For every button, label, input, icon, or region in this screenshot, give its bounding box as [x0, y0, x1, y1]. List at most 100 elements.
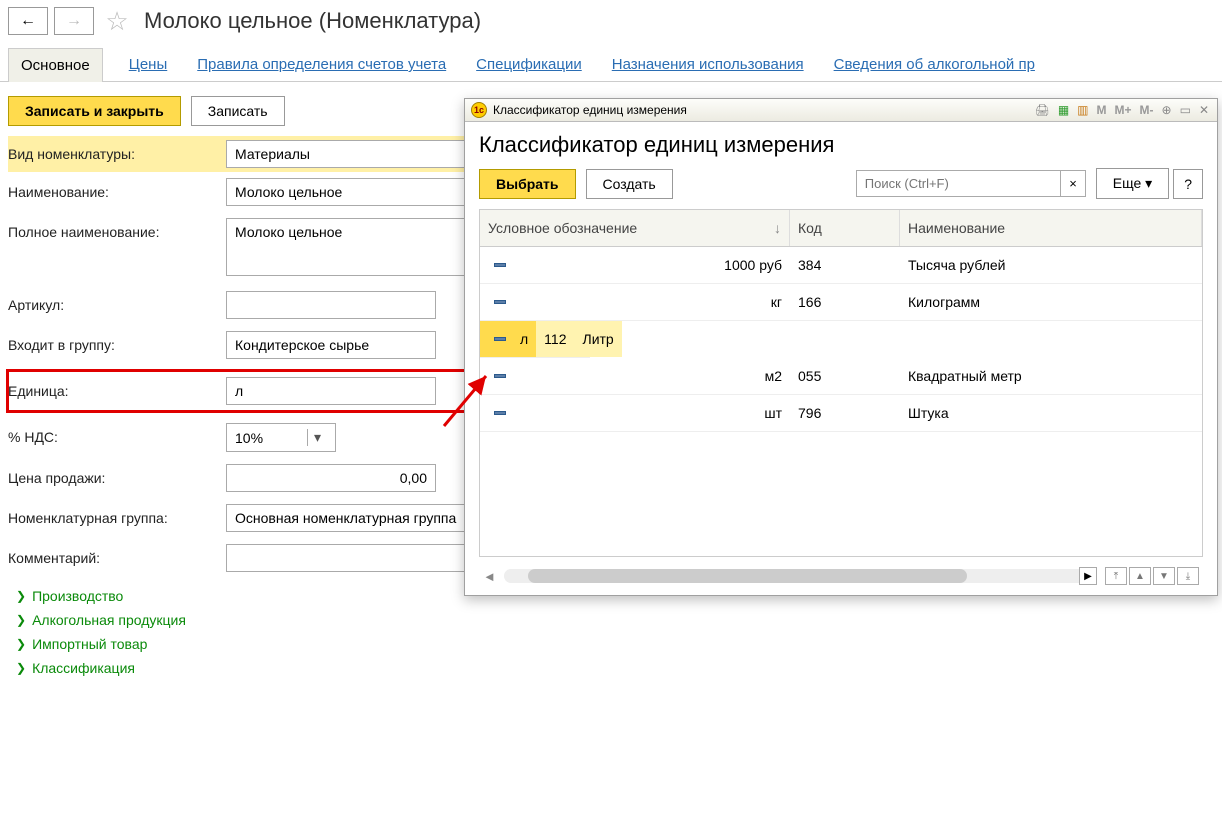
table-row[interactable]: 1000 руб 384Тысяча рублей — [480, 247, 1202, 284]
arrow-right-icon: → — [66, 12, 82, 30]
section-label: Производство — [32, 588, 123, 604]
section-import[interactable]: ❯ Импортный товар — [8, 632, 1214, 656]
kind-label: Вид номенклатуры: — [8, 140, 226, 162]
memory-mminus-icon[interactable]: M- — [1138, 103, 1156, 117]
row-icon — [494, 337, 506, 341]
search-clear-button[interactable]: × — [1061, 170, 1086, 197]
arrow-left-icon: ← — [20, 12, 36, 30]
scroll-left-icon[interactable]: ◄ — [483, 569, 496, 584]
units-classifier-dialog: 1c Классификатор единиц измерения 🖨 ▦ ▥ … — [464, 98, 1218, 596]
nav-back-button[interactable]: ← — [8, 7, 48, 35]
page-title: Молоко цельное (Номенклатура) — [144, 8, 481, 34]
scroll-right-icon[interactable]: ▶ — [1079, 567, 1097, 585]
tab-alcohol[interactable]: Сведения об алкогольной пр — [830, 48, 1039, 81]
chevron-right-icon: ❯ — [16, 589, 26, 603]
help-button[interactable]: ? — [1173, 169, 1203, 199]
vat-value: 10% — [235, 430, 263, 446]
row-code: 112 — [536, 321, 574, 357]
row-code: 055 — [790, 358, 900, 394]
price-input[interactable] — [226, 464, 436, 492]
nomgroup-label: Номенклатурная группа: — [8, 504, 226, 526]
col-header-name[interactable]: Наименование — [900, 210, 1202, 246]
grid-up-button[interactable]: ▲ — [1129, 567, 1151, 585]
section-label: Алкогольная продукция — [32, 612, 186, 628]
search-input[interactable] — [856, 170, 1061, 197]
dialog-window-title: Классификатор единиц измерения — [493, 103, 687, 117]
print-icon[interactable]: 🖨 — [1033, 103, 1052, 117]
units-grid: Условное обозначение↓ Код Наименование 1… — [479, 209, 1203, 557]
row-name: Штука — [900, 395, 1202, 431]
comment-label: Комментарий: — [8, 544, 226, 566]
more-button[interactable]: Еще ▾ — [1096, 168, 1169, 199]
row-symbol: м2 — [765, 368, 782, 384]
memory-m-icon[interactable]: M — [1095, 103, 1109, 117]
group-input[interactable] — [226, 331, 436, 359]
vat-label: % НДС: — [8, 423, 226, 445]
vat-select[interactable]: 10% ▾ — [226, 423, 336, 452]
dialog-titlebar[interactable]: 1c Классификатор единиц измерения 🖨 ▦ ▥ … — [465, 99, 1217, 122]
scrollbar-thumb[interactable] — [528, 569, 967, 583]
chevron-right-icon: ❯ — [16, 637, 26, 651]
table-row[interactable]: шт796Штука — [480, 395, 1202, 432]
section-label: Классификация — [32, 660, 135, 676]
row-name: Литр — [575, 321, 622, 357]
tab-prices[interactable]: Цены — [125, 48, 172, 81]
calculator-icon[interactable]: ▦ — [1056, 103, 1071, 117]
tabs-bar: Основное Цены Правила определения счетов… — [0, 48, 1222, 82]
sort-arrow-down-icon: ↓ — [774, 220, 781, 236]
row-symbol: 1000 руб — [724, 257, 782, 273]
row-name: Квадратный метр — [900, 358, 1202, 394]
row-symbol: л — [520, 331, 528, 347]
table-row[interactable]: л112Литр — [480, 321, 590, 358]
row-icon — [494, 411, 506, 415]
fullname-label: Полное наименование: — [8, 218, 226, 240]
memory-mplus-icon[interactable]: M+ — [1113, 103, 1134, 117]
nav-forward-button[interactable]: → — [54, 7, 94, 35]
unit-label: Единица: — [8, 377, 226, 399]
grid-last-button[interactable]: ⤓ — [1177, 567, 1199, 585]
minimize-icon[interactable]: ▭ — [1178, 103, 1193, 117]
save-and-close-button[interactable]: Записать и закрыть — [8, 96, 181, 126]
chevron-right-icon: ❯ — [16, 661, 26, 675]
table-row[interactable]: м2 055Квадратный метр — [480, 358, 1202, 395]
tab-specifications[interactable]: Спецификации — [472, 48, 586, 81]
article-input[interactable] — [226, 291, 436, 319]
tab-accounting[interactable]: Правила определения счетов учета — [193, 48, 450, 81]
row-code: 384 — [790, 247, 900, 283]
table-row[interactable]: кг166Килограмм — [480, 284, 1202, 321]
unit-input[interactable] — [226, 377, 436, 405]
tab-main[interactable]: Основное — [8, 48, 103, 82]
close-icon[interactable]: ✕ — [1197, 103, 1211, 117]
row-icon — [494, 374, 506, 378]
tab-usages[interactable]: Назначения использования — [608, 48, 808, 81]
section-alcohol[interactable]: ❯ Алкогольная продукция — [8, 608, 1214, 632]
price-label: Цена продажи: — [8, 464, 226, 486]
section-label: Импортный товар — [32, 636, 147, 652]
col-header-symbol[interactable]: Условное обозначение↓ — [480, 210, 790, 246]
more-label: Еще — [1113, 175, 1142, 191]
favorite-star-icon[interactable]: ☆ — [100, 4, 134, 38]
article-label: Артикул: — [8, 291, 226, 313]
calendar-icon[interactable]: ▥ — [1075, 103, 1090, 117]
row-symbol: кг — [771, 294, 782, 310]
grid-first-button[interactable]: ⤒ — [1105, 567, 1127, 585]
row-name: Тысяча рублей — [900, 247, 1202, 283]
app-1c-icon: 1c — [471, 102, 487, 118]
row-symbol: шт — [764, 405, 782, 421]
dialog-heading: Классификатор единиц измерения — [465, 122, 1217, 164]
select-button[interactable]: Выбрать — [479, 169, 576, 199]
group-label: Входит в группу: — [8, 331, 226, 353]
row-name: Килограмм — [900, 284, 1202, 320]
create-button[interactable]: Создать — [586, 169, 673, 199]
zoom-in-icon[interactable]: ⊕ — [1160, 103, 1174, 117]
grid-down-button[interactable]: ▼ — [1153, 567, 1175, 585]
col-header-code[interactable]: Код — [790, 210, 900, 246]
horizontal-scrollbar[interactable]: ▶ — [504, 569, 1097, 583]
chevron-down-icon: ▾ — [1145, 175, 1152, 191]
section-classification[interactable]: ❯ Классификация — [8, 656, 1214, 680]
chevron-down-icon: ▾ — [307, 429, 327, 446]
row-icon — [494, 263, 506, 267]
row-icon — [494, 300, 506, 304]
chevron-right-icon: ❯ — [16, 613, 26, 627]
save-button[interactable]: Записать — [191, 96, 285, 126]
